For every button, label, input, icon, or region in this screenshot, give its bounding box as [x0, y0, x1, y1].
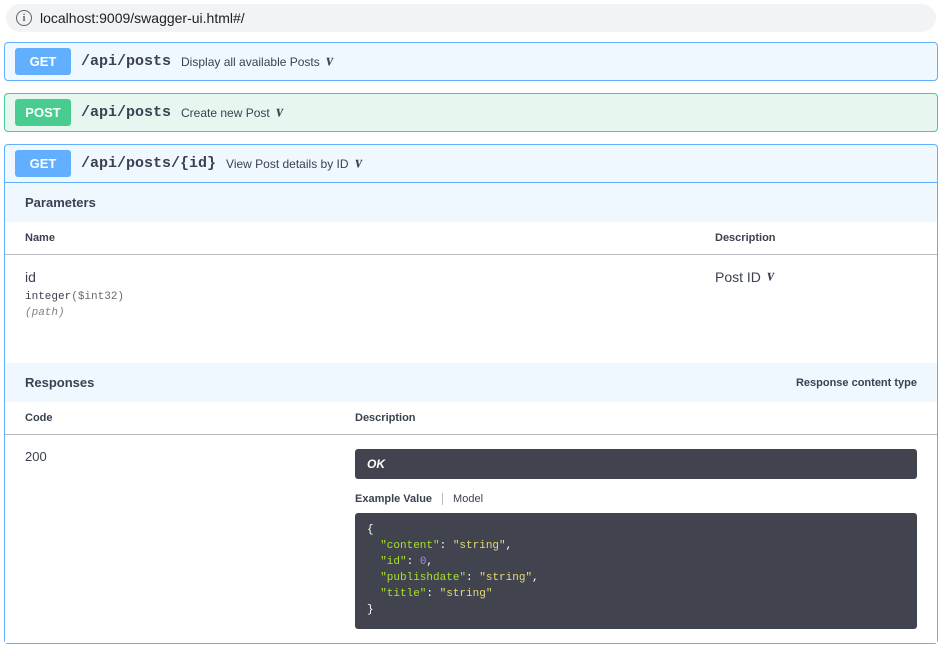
- http-method-badge: GET: [15, 150, 71, 177]
- info-icon: i: [16, 10, 32, 26]
- col-header-description: Description: [335, 402, 937, 435]
- tab-model[interactable]: Model: [453, 493, 483, 505]
- responses-title: Responses: [25, 375, 94, 390]
- param-description: Post ID v: [715, 269, 774, 285]
- endpoint-path: /api/posts/{id}: [81, 155, 216, 172]
- url-text: localhost:9009/swagger-ui.html#/: [40, 10, 245, 26]
- endpoint-summary[interactable]: GET /api/posts/{id} View Post details by…: [5, 145, 937, 183]
- check-icon: v: [274, 103, 284, 122]
- browser-address-bar[interactable]: i localhost:9009/swagger-ui.html#/: [6, 4, 936, 32]
- responses-header: Responses Response content type: [5, 363, 937, 402]
- endpoint-post-posts[interactable]: POST /api/posts Create new Post v: [4, 93, 938, 132]
- tab-separator: [442, 493, 443, 505]
- check-icon: v: [353, 154, 363, 173]
- endpoint-summary-text: View Post details by ID v: [226, 156, 362, 172]
- table-row: id integer($int32) (path) Post ID v: [5, 255, 937, 364]
- endpoint-get-posts[interactable]: GET /api/posts Display all available Pos…: [4, 42, 938, 81]
- col-header-code: Code: [5, 402, 335, 435]
- parameters-table: Name Description id integer($int32) (pat…: [5, 222, 937, 363]
- param-type: integer($int32): [25, 291, 675, 303]
- response-description: OK: [355, 449, 917, 479]
- endpoint-path: /api/posts: [81, 104, 171, 121]
- parameters-title: Parameters: [25, 195, 96, 210]
- col-header-description: Description: [695, 222, 937, 255]
- response-content-type-label: Response content type: [796, 377, 917, 389]
- param-in: (path): [25, 307, 675, 319]
- tab-example-value[interactable]: Example Value: [355, 493, 432, 505]
- responses-table: Code Description 200 OK Example Value Mo…: [5, 402, 937, 643]
- endpoint-summary[interactable]: GET /api/posts Display all available Pos…: [5, 43, 937, 80]
- endpoint-get-post-by-id: GET /api/posts/{id} View Post details by…: [4, 144, 938, 644]
- check-icon: v: [766, 267, 776, 286]
- parameters-header: Parameters: [5, 183, 937, 222]
- example-value-json[interactable]: { "content": "string", "id": 0, "publish…: [355, 513, 917, 629]
- check-icon: v: [324, 52, 334, 71]
- param-name: id: [25, 269, 675, 285]
- http-method-badge: GET: [15, 48, 71, 75]
- endpoint-path: /api/posts: [81, 53, 171, 70]
- http-method-badge: POST: [15, 99, 71, 126]
- response-code: 200: [5, 435, 335, 643]
- endpoint-summary[interactable]: POST /api/posts Create new Post v: [5, 94, 937, 131]
- endpoint-summary-text: Create new Post v: [181, 105, 283, 121]
- response-tabs: Example Value Model: [355, 493, 917, 505]
- table-row: 200 OK Example Value Model { "content": …: [5, 435, 937, 643]
- endpoint-summary-text: Display all available Postsv: [181, 54, 333, 70]
- col-header-name: Name: [5, 222, 695, 255]
